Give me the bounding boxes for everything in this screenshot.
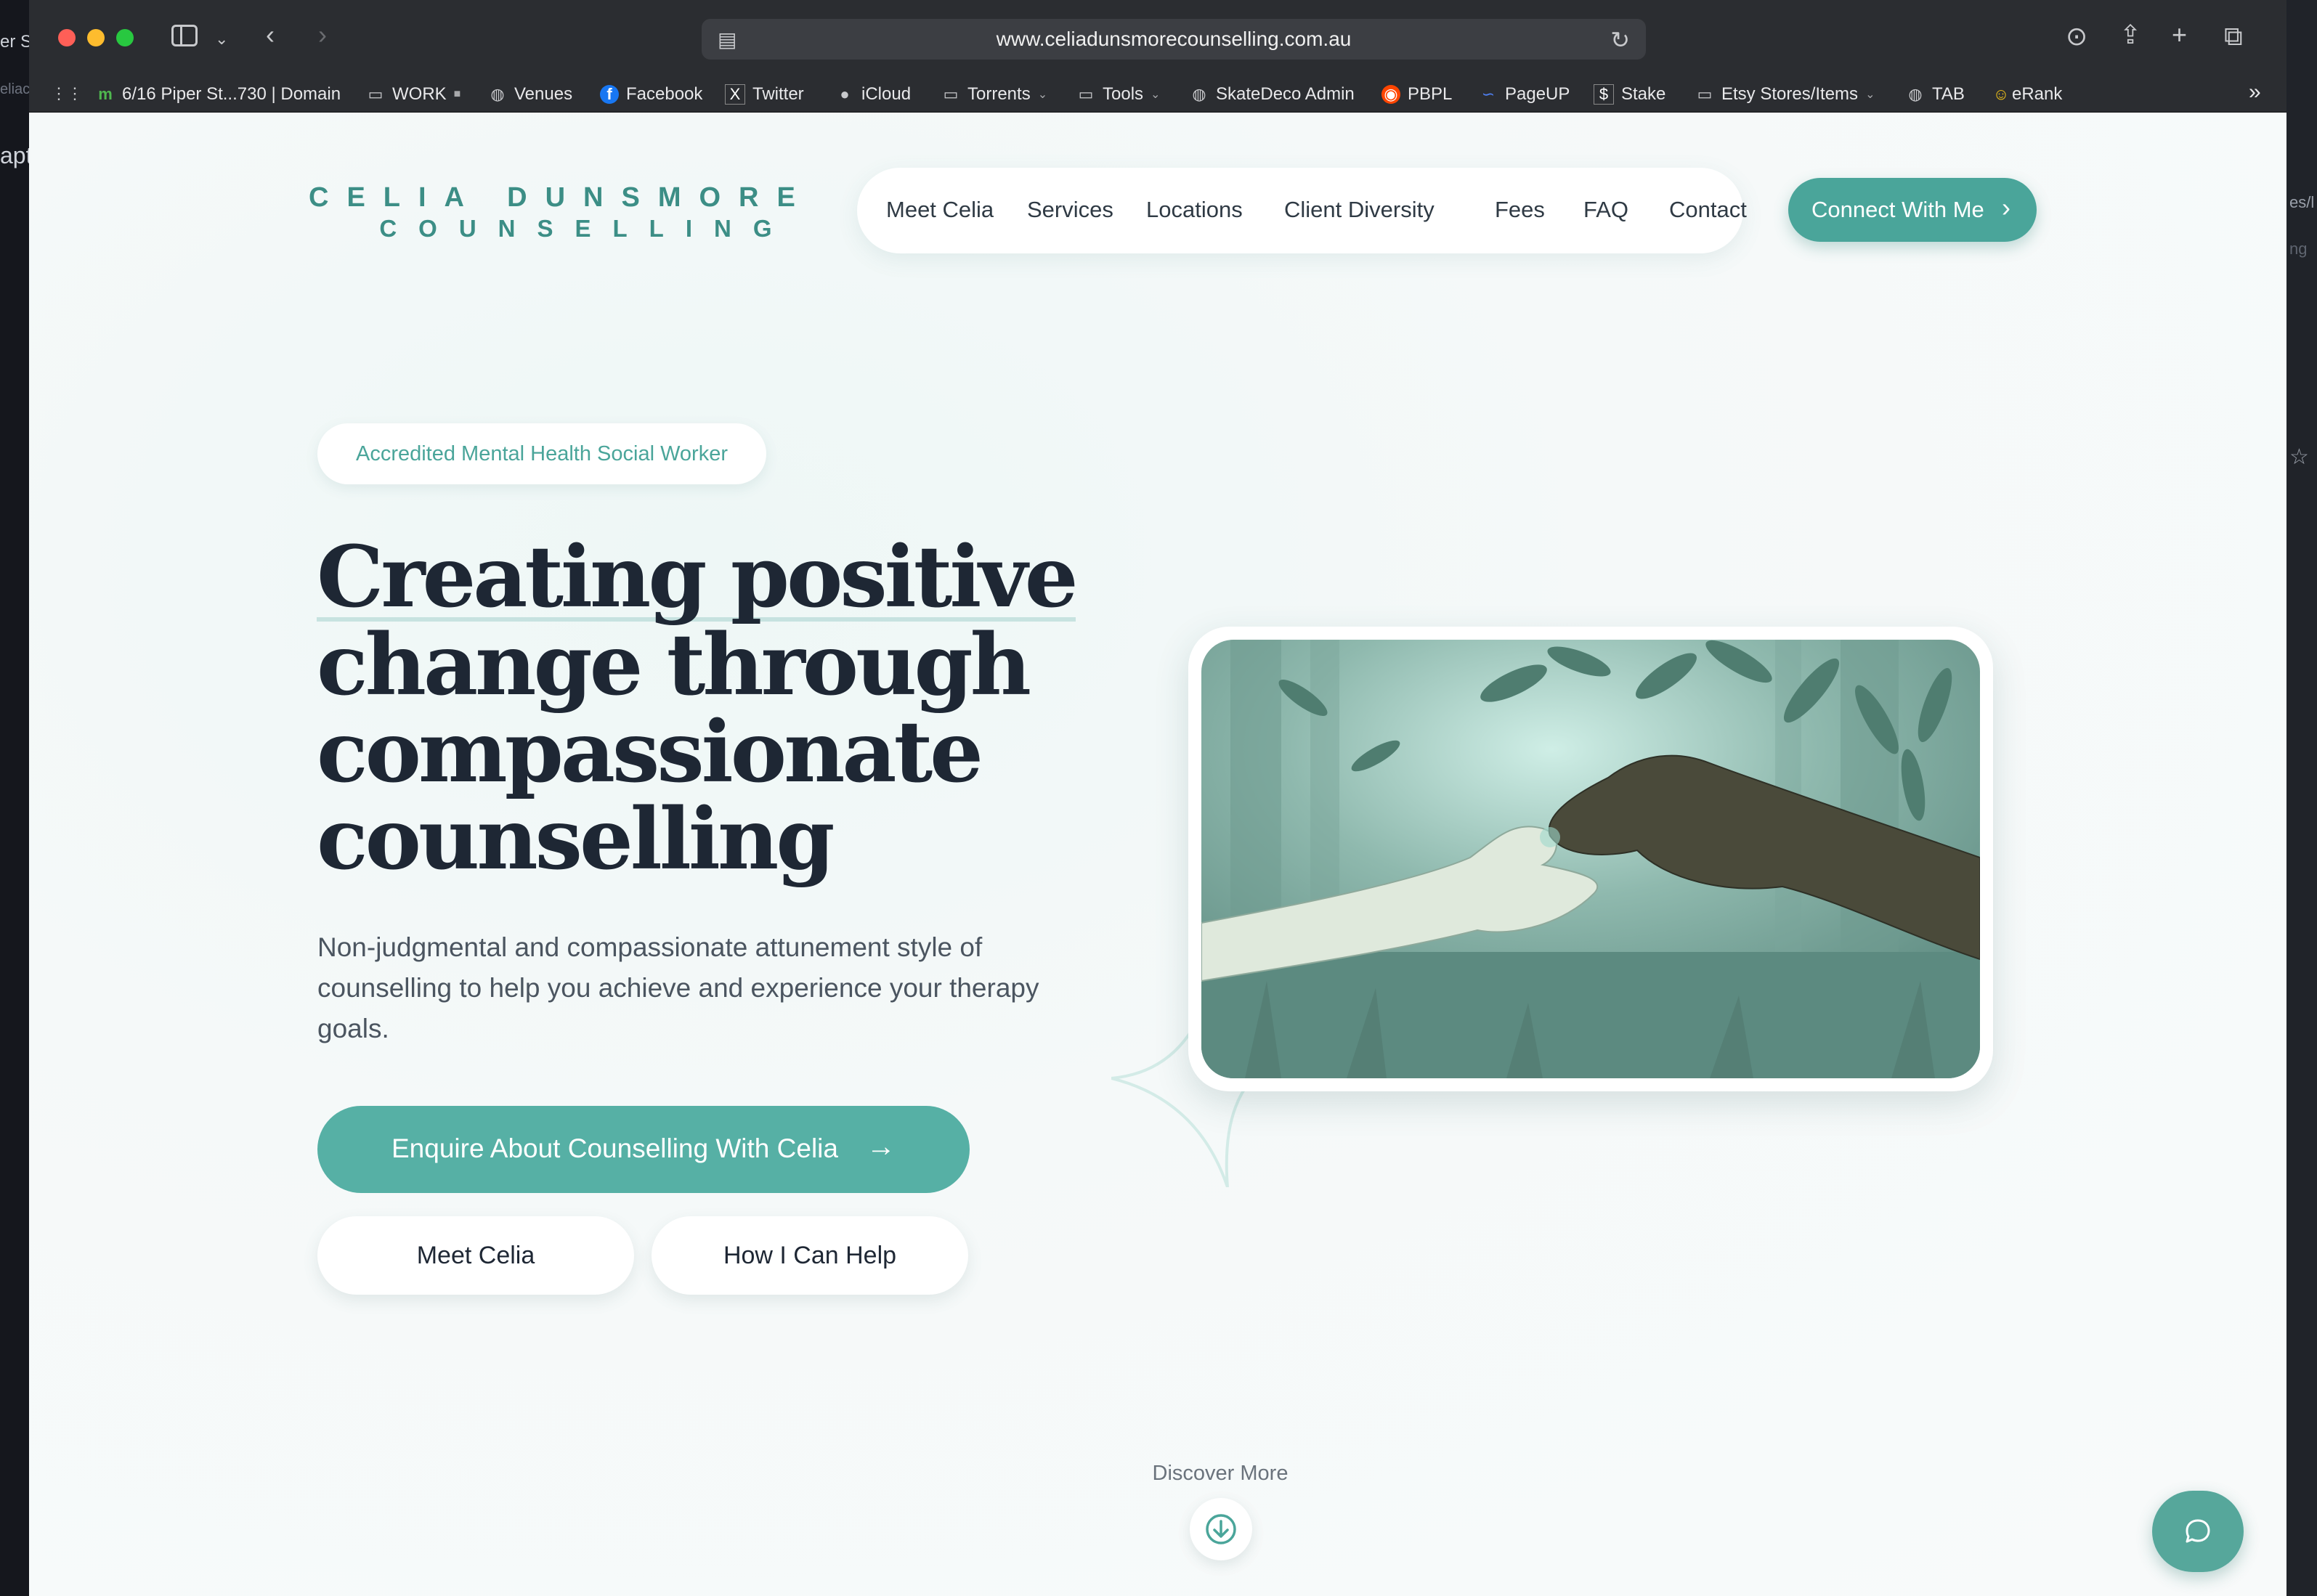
pageup-icon: ∽ — [1481, 85, 1496, 103]
bookmark-torrents[interactable]: ▭ Torrents ⌄ — [941, 84, 1048, 105]
reddit-icon: ◉ — [1381, 85, 1400, 104]
new-tab-icon[interactable]: + — [2172, 22, 2187, 48]
folder-dot-icon: ■ — [453, 88, 461, 100]
connect-with-me-button[interactable]: Connect With Me › — [1788, 178, 2037, 242]
enquire-button[interactable]: Enquire About Counselling With Celia → — [317, 1106, 970, 1193]
nav-faq[interactable]: FAQ — [1583, 197, 1628, 223]
hero-headline: Creating positive change through compass… — [317, 534, 1079, 889]
arrow-down-circle-icon — [1206, 1514, 1236, 1544]
discover-more-label: Discover More — [1152, 1462, 1289, 1485]
x-icon: X — [725, 84, 745, 105]
background-window-fragment: eliac — [0, 81, 31, 97]
more-bookmarks-icon[interactable]: » — [2249, 80, 2261, 105]
reload-icon[interactable]: ↻ — [1610, 26, 1630, 54]
folder-icon: ▭ — [368, 85, 384, 103]
bookmark-pageup[interactable]: ∽ PageUP — [1479, 84, 1570, 105]
browser-titlebar: ⌄ ‹ › ▤ www.celiadunsmorecounselling.com… — [29, 0, 2286, 78]
share-icon[interactable]: ⇪ — [2119, 22, 2141, 48]
folder-icon: ▭ — [1697, 85, 1713, 103]
browser-window: ⌄ ‹ › ▤ www.celiadunsmorecounselling.com… — [29, 0, 2286, 1596]
url-text[interactable]: www.celiadunsmorecounselling.com.au — [702, 28, 1646, 51]
folder-icon: ▭ — [1078, 85, 1094, 103]
bookmark-erank[interactable]: ☺ eRank — [1992, 84, 2063, 105]
downloads-icon[interactable]: ⊙ — [2066, 23, 2087, 49]
nav-fees[interactable]: Fees — [1495, 197, 1545, 223]
bookmark-pbpl[interactable]: ◉ PBPL — [1381, 84, 1452, 105]
globe-icon: ◍ — [1908, 85, 1923, 103]
connect-button-label: Connect With Me — [1811, 197, 1984, 222]
logo-line-1: CELIA DUNSMORE — [309, 182, 813, 213]
facebook-icon: f — [600, 85, 619, 104]
chat-bubble-icon — [2186, 1519, 2210, 1543]
globe-icon: ◍ — [490, 85, 505, 103]
bookmark-domain[interactable]: m 6/16 Piper St...730 | Domain — [96, 84, 341, 105]
nav-contact[interactable]: Contact — [1669, 197, 1747, 223]
bookmark-skatedeco-admin[interactable]: ◍ SkateDeco Admin — [1190, 84, 1354, 105]
nav-services[interactable]: Services — [1027, 197, 1113, 223]
headline-line-2: change through — [317, 616, 1031, 714]
apple-icon: ● — [840, 85, 850, 103]
address-bar[interactable]: ▤ www.celiadunsmorecounselling.com.au ↻ — [702, 19, 1646, 60]
chevron-down-icon: ⌄ — [1865, 89, 1875, 101]
background-window-fragment: ng — [2289, 240, 2308, 258]
bookmarks-bar: ⋮⋮ m 6/16 Piper St...730 | Domain ▭ WORK ■ … — [29, 77, 2286, 113]
forward-arrow-icon[interactable]: › — [318, 22, 327, 48]
chevron-right-icon: › — [2002, 192, 2010, 222]
how-i-can-help-button[interactable]: How I Can Help — [652, 1216, 968, 1295]
domain-m-icon: m — [98, 85, 113, 103]
close-window-button[interactable] — [58, 29, 76, 46]
arrow-right-icon: → — [867, 1131, 896, 1163]
meet-celia-button[interactable]: Meet Celia — [317, 1216, 634, 1295]
nav-locations[interactable]: Locations — [1146, 197, 1243, 223]
hero-subtext: Non-judgmental and compassionate attunem… — [317, 932, 1039, 1043]
bookmark-etsy-stores[interactable]: ▭ Etsy Stores/Items ⌄ — [1695, 84, 1875, 105]
nav-client-diversity[interactable]: Client Diversity — [1284, 197, 1435, 223]
bookmark-tools[interactable]: ▭ Tools ⌄ — [1076, 84, 1161, 105]
headline-line-1: Creating positive — [317, 528, 1079, 627]
minimize-window-button[interactable] — [87, 29, 105, 46]
hero-illustration-hands — [1201, 640, 1980, 1078]
site-logo[interactable]: CELIA DUNSMORE COUNSELLING — [309, 182, 813, 243]
fullscreen-window-button[interactable] — [116, 29, 134, 46]
chevron-down-icon: ⌄ — [1151, 89, 1161, 101]
accreditation-badge: Accredited Mental Health Social Worker — [317, 423, 766, 484]
smiley-icon: ☺ — [1992, 85, 2010, 103]
sidebar-toggle-icon[interactable] — [171, 25, 198, 46]
bookmark-venues[interactable]: ◍ Venues — [488, 84, 572, 105]
apps-grid-icon[interactable]: ⋮⋮ — [51, 84, 83, 103]
desktop-background-right: es/l ng ☆ — [2286, 0, 2317, 1596]
main-navigation: Meet Celia Services Locations Client Div… — [857, 168, 1747, 253]
bookmark-tab[interactable]: ◍ TAB — [1906, 84, 1965, 105]
background-window-fragment: apt — [0, 142, 33, 168]
enquire-button-label: Enquire About Counselling With Celia — [391, 1133, 838, 1163]
desktop-background-left: er S eliac apt — [0, 0, 33, 1596]
bookmark-twitter[interactable]: X Twitter — [725, 84, 804, 105]
logo-line-2: COUNSELLING — [379, 215, 794, 242]
bookmark-stake[interactable]: $ Stake — [1594, 84, 1665, 105]
stake-icon: $ — [1594, 84, 1614, 105]
bookmark-facebook[interactable]: f Facebook — [600, 84, 702, 105]
web-page: CELIA DUNSMORE COUNSELLING Meet Celia Se… — [29, 113, 2286, 1596]
bookmark-work[interactable]: ▭ WORK ■ — [366, 84, 461, 105]
star-icon[interactable]: ☆ — [2289, 444, 2309, 470]
chevron-down-icon: ⌄ — [1037, 89, 1048, 101]
folder-icon: ▭ — [943, 85, 959, 103]
chevron-down-icon[interactable]: ⌄ — [215, 26, 228, 52]
bookmark-icloud[interactable]: ● iCloud — [835, 84, 911, 105]
back-arrow-icon[interactable]: ‹ — [266, 22, 275, 48]
background-window-fragment: er S — [0, 32, 33, 52]
globe-icon: ◍ — [1192, 85, 1206, 103]
hero-image-card — [1188, 627, 1993, 1091]
background-window-fragment: es/l — [2289, 193, 2315, 211]
headline-line-4: counselling — [317, 790, 835, 889]
chat-button[interactable] — [2152, 1491, 2244, 1572]
nav-meet-celia[interactable]: Meet Celia — [886, 197, 994, 223]
headline-line-3: compassionate — [317, 703, 983, 802]
scroll-down-button[interactable] — [1190, 1498, 1252, 1560]
tab-overview-icon[interactable]: ⧉ — [2224, 23, 2243, 49]
